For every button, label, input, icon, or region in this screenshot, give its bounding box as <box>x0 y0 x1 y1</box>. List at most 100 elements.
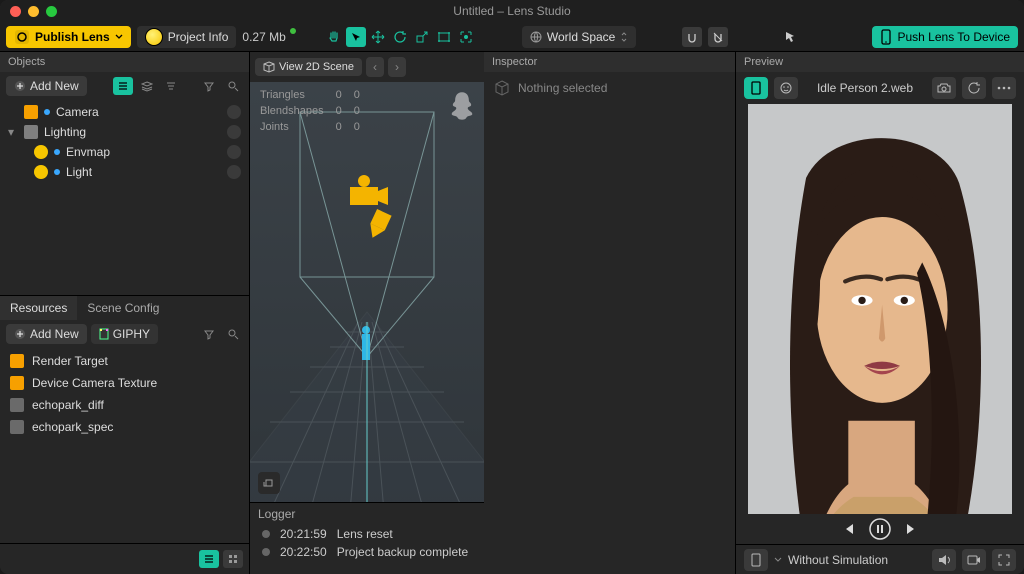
resource-label: echopark_diff <box>32 398 104 412</box>
select-tool-button[interactable] <box>346 27 366 47</box>
viewport-stats: Triangles00 Blendshapes00 Joints00 <box>258 86 372 136</box>
expand-toggle-icon[interactable]: ▾ <box>8 125 18 139</box>
tree-label: Light <box>66 165 92 179</box>
more-button[interactable] <box>992 77 1016 99</box>
capture-button[interactable] <box>932 77 956 99</box>
log-row[interactable]: 20:21:59Lens reset <box>250 525 484 543</box>
log-dot-icon <box>262 548 270 556</box>
resources-add-new-button[interactable]: Add New <box>6 324 87 344</box>
resource-row[interactable]: echopark_spec <box>0 416 249 438</box>
globe-icon <box>530 31 542 43</box>
plus-circle-icon <box>14 328 26 340</box>
viewport-prev-button[interactable]: ‹ <box>366 57 384 77</box>
world-space-label: World Space <box>547 30 615 44</box>
objects-add-new-button[interactable]: Add New <box>6 76 87 96</box>
tree-row-camera[interactable]: Camera <box>0 102 249 122</box>
search-icon[interactable] <box>223 325 243 343</box>
viewport-reset-button[interactable] <box>258 472 280 494</box>
window-minimize-button[interactable] <box>28 6 39 17</box>
lightbulb-icon <box>34 165 48 179</box>
push-to-device-button[interactable]: Push Lens To Device <box>872 26 1018 48</box>
image-icon <box>10 398 24 412</box>
viewport-3d[interactable]: Triangles00 Blendshapes00 Joints00 <box>250 82 484 502</box>
resource-row[interactable]: echopark_diff <box>0 394 249 416</box>
visibility-toggle[interactable] <box>227 165 241 179</box>
tab-resources[interactable]: Resources <box>0 296 77 320</box>
device-preview-button[interactable] <box>744 77 768 99</box>
stepper-icon <box>620 32 628 42</box>
logger-panel: Logger 20:21:59Lens reset 20:22:50Projec… <box>250 502 484 574</box>
rotate-tool-button[interactable] <box>390 27 410 47</box>
tab-scene-config[interactable]: Scene Config <box>77 296 169 320</box>
playback-controls <box>736 514 1024 544</box>
simulation-select[interactable]: Without Simulation <box>788 553 926 567</box>
resource-row[interactable]: Device Camera Texture <box>0 372 249 394</box>
enabled-dot-icon <box>54 149 60 155</box>
objects-tree: Camera ▾ Lighting Envmap <box>0 100 249 295</box>
record-button[interactable] <box>962 549 986 571</box>
filter-icon[interactable] <box>199 77 219 95</box>
snap-button-b[interactable] <box>708 27 728 47</box>
pause-button[interactable] <box>869 518 891 540</box>
window-close-button[interactable] <box>10 6 21 17</box>
search-icon[interactable] <box>223 77 243 95</box>
objects-panel-title: Objects <box>0 52 249 72</box>
tree-row-lighting[interactable]: ▾ Lighting <box>0 122 249 142</box>
transform-tool-group <box>324 27 476 47</box>
log-row[interactable]: 20:22:50Project backup complete <box>250 543 484 561</box>
rect-tool-button[interactable] <box>434 27 454 47</box>
snap-button-a[interactable] <box>682 27 702 47</box>
scale-tool-button[interactable] <box>412 27 432 47</box>
device-select-button[interactable] <box>744 549 768 571</box>
resource-row[interactable]: Render Target <box>0 350 249 372</box>
window-maximize-button[interactable] <box>46 6 57 17</box>
sort-button[interactable] <box>161 77 181 95</box>
visibility-toggle[interactable] <box>227 105 241 119</box>
move-tool-button[interactable] <box>368 27 388 47</box>
viewport-next-button[interactable]: › <box>388 57 406 77</box>
render-target-icon <box>10 354 24 368</box>
tree-row-envmap[interactable]: Envmap <box>0 142 249 162</box>
audio-button[interactable] <box>932 549 956 571</box>
fullscreen-button[interactable] <box>992 549 1016 571</box>
giphy-icon <box>99 328 109 340</box>
plus-circle-icon <box>14 80 26 92</box>
phone-icon <box>880 29 892 45</box>
list-view-button[interactable] <box>199 550 219 568</box>
prev-button[interactable] <box>841 522 855 536</box>
chevron-down-icon[interactable] <box>774 556 782 564</box>
tree-label: Camera <box>56 105 99 119</box>
log-time: 20:22:50 <box>280 545 327 559</box>
resource-label: Render Target <box>32 354 108 368</box>
cursor-button[interactable] <box>780 27 800 47</box>
face-preview-button[interactable] <box>774 77 798 99</box>
tree-label: Lighting <box>44 125 86 139</box>
inspector-panel-title: Inspector <box>484 52 735 72</box>
preview-viewport[interactable] <box>748 104 1012 514</box>
visibility-toggle[interactable] <box>227 145 241 159</box>
filter-icon[interactable] <box>199 325 219 343</box>
window-title: Untitled – Lens Studio <box>0 4 1024 18</box>
focus-tool-button[interactable] <box>456 27 476 47</box>
preview-clip-name: Idle Person 2.web <box>804 81 926 95</box>
enabled-dot-icon <box>54 169 60 175</box>
giphy-button[interactable]: GIPHY <box>91 324 158 344</box>
grid-view-button[interactable] <box>223 550 243 568</box>
pan-tool-button[interactable] <box>324 27 344 47</box>
project-info-button[interactable]: Project Info <box>137 26 237 48</box>
cube-icon <box>494 80 510 96</box>
main-toolbar: Publish Lens Project Info 0.27 Mb World … <box>0 22 1024 52</box>
visibility-toggle[interactable] <box>227 125 241 139</box>
publish-lens-button[interactable]: Publish Lens <box>6 26 131 48</box>
next-button[interactable] <box>905 522 919 536</box>
view-2d-scene-button[interactable]: View 2D Scene <box>255 58 362 76</box>
world-space-select[interactable]: World Space <box>522 26 636 48</box>
layers-button[interactable] <box>137 77 157 95</box>
tree-row-light[interactable]: Light <box>0 162 249 182</box>
inspector-empty-state: Nothing selected <box>484 72 735 104</box>
lighting-icon <box>24 125 38 139</box>
view-2d-scene-label: View 2D Scene <box>279 61 354 73</box>
refresh-button[interactable] <box>962 77 986 99</box>
hierarchy-view-button[interactable] <box>113 77 133 95</box>
giphy-label: GIPHY <box>113 327 150 341</box>
